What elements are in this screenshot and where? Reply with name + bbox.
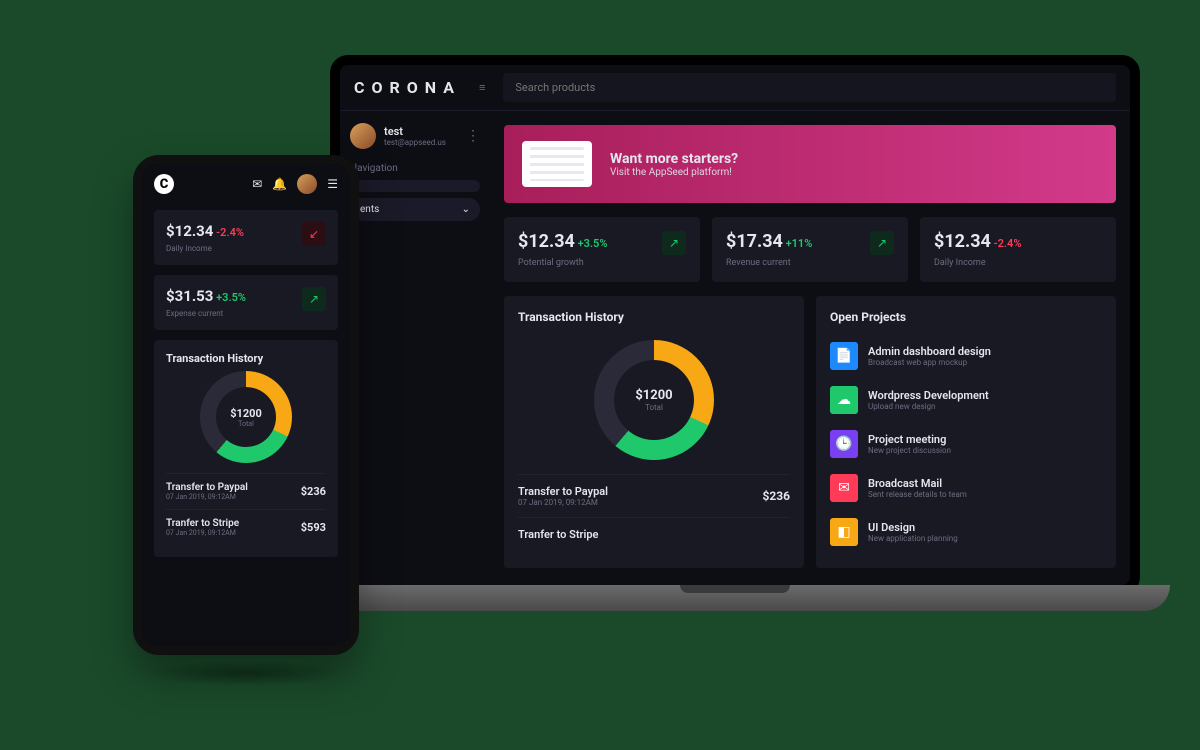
file-icon: 📄 [830, 342, 858, 370]
sidebar-item[interactable]: ents⌄ [350, 198, 480, 221]
mobile-logo[interactable]: C [154, 174, 174, 194]
user-menu-icon[interactable]: ⋮ [466, 128, 480, 144]
stat-card-income[interactable]: $12.34 -2.4% Daily Income [920, 217, 1116, 282]
mobile-topbar: C ✉ 🔔 ☰ [142, 164, 350, 204]
tx-amount: $593 [301, 521, 326, 534]
stat-label: Potential growth [518, 258, 607, 268]
stat-delta: -2.4% [994, 237, 1022, 250]
cloud-icon: ☁ [830, 386, 858, 414]
stat-delta: +3.5% [578, 237, 608, 250]
menu-toggle-icon[interactable]: ≡ [479, 81, 485, 94]
donut-value: $1200 [230, 407, 262, 420]
avatar [350, 123, 376, 149]
avatar[interactable] [297, 174, 317, 194]
stat-delta: -2.4% [216, 226, 244, 239]
user-name: test [384, 125, 446, 138]
project-item[interactable]: ✉Broadcast MailSent release details to t… [830, 466, 1102, 510]
nav-section-label: Navigation [350, 163, 480, 174]
tx-date: 07 Jan 2019, 09:12AM [166, 493, 248, 501]
stat-card-growth[interactable]: $12.34 +3.5% Potential growth ↗ [504, 217, 700, 282]
project-item[interactable]: 🕒Project meetingNew project discussion [830, 422, 1102, 466]
clock-icon: 🕒 [830, 430, 858, 458]
transaction-history-panel: Transaction History $1200 Total Transfer… [154, 340, 338, 557]
donut-label: Total [238, 420, 254, 428]
stat-row: $12.34 +3.5% Potential growth ↗ $17.34 +… [504, 217, 1116, 282]
bell-icon[interactable]: 🔔 [272, 177, 287, 191]
tx-amount: $236 [762, 489, 790, 503]
stat-amount: $17.34 [726, 231, 783, 252]
brand-logo[interactable]: CORONA [354, 78, 461, 97]
stat-amount: $31.53 [166, 287, 213, 305]
transaction-row[interactable]: Tranfer to Stripe [518, 517, 790, 551]
stat-amount: $12.34 [518, 231, 575, 252]
donut-chart: $1200 Total [200, 371, 292, 463]
user-email: test@appseed.us [384, 138, 446, 147]
stat-amount: $12.34 [166, 222, 213, 240]
stat-card-expense[interactable]: $31.53 +3.5% Expense current ↗ [154, 275, 338, 330]
arrow-down-icon: ↙ [302, 222, 326, 246]
arrow-up-icon: ↗ [870, 231, 894, 255]
stat-label: Daily Income [934, 258, 1021, 268]
donut-chart: $1200 Total [594, 340, 714, 460]
main-content: Want more starters? Visit the AppSeed pl… [490, 111, 1130, 585]
sidebar-item[interactable] [350, 180, 480, 192]
user-block[interactable]: test test@appseed.us ⋮ [350, 123, 480, 149]
tx-title: Tranfer to Stripe [166, 518, 239, 529]
donut-label: Total [645, 403, 663, 412]
search-input[interactable] [503, 73, 1116, 102]
arrow-up-icon: ↗ [302, 287, 326, 311]
topbar: CORONA ≡ [340, 65, 1130, 111]
panel-title: Transaction History [518, 310, 790, 324]
project-item[interactable]: ☁Wordpress DevelopmentUpload new design [830, 378, 1102, 422]
banner-illustration [522, 141, 592, 187]
tx-date: 07 Jan 2019, 09:12AM [166, 529, 239, 537]
stat-amount: $12.34 [934, 231, 991, 252]
project-list: 📄Admin dashboard designBroadcast web app… [830, 334, 1102, 554]
mail-icon[interactable]: ✉ [252, 177, 262, 191]
desktop-screen: CORONA ≡ test test@appseed.us ⋮ Navigati… [340, 65, 1130, 585]
arrow-up-icon: ↗ [662, 231, 686, 255]
transaction-row[interactable]: Transfer to Paypal 07 Jan 2019, 09:12AM … [518, 474, 790, 517]
stat-label: Revenue current [726, 258, 812, 268]
stat-delta: +11% [786, 237, 813, 250]
stat-card-revenue[interactable]: $17.34 +11% Revenue current ↗ [712, 217, 908, 282]
tx-amount: $236 [301, 485, 326, 498]
tx-date: 07 Jan 2019, 09:12AM [518, 498, 608, 507]
laptop-frame: CORONA ≡ test test@appseed.us ⋮ Navigati… [330, 55, 1140, 595]
sidebar: test test@appseed.us ⋮ Navigation ents⌄ [340, 111, 490, 585]
menu-icon[interactable]: ☰ [327, 177, 338, 191]
tx-title: Transfer to Paypal [518, 485, 608, 498]
tx-title: Transfer to Paypal [166, 482, 248, 493]
project-item[interactable]: 📄Admin dashboard designBroadcast web app… [830, 334, 1102, 378]
chevron-down-icon: ⌄ [462, 204, 470, 215]
open-projects-panel: Open Projects 📄Admin dashboard designBro… [816, 296, 1116, 568]
stat-card-income[interactable]: $12.34 -2.4% Daily Income ↙ [154, 210, 338, 265]
layout-icon: ◧ [830, 518, 858, 546]
phone-frame: C ✉ 🔔 ☰ $12.34 -2.4% Daily Income ↙ $31.… [133, 155, 359, 655]
donut-value: $1200 [635, 388, 672, 403]
banner-title: Want more starters? [610, 151, 738, 167]
panel-title: Open Projects [830, 310, 1102, 324]
project-item[interactable]: ◧UI DesignNew application planning [830, 510, 1102, 554]
transaction-row[interactable]: Tranfer to Stripe 07 Jan 2019, 09:12AM $… [166, 509, 326, 545]
panel-title: Transaction History [166, 352, 326, 365]
promo-banner[interactable]: Want more starters? Visit the AppSeed pl… [504, 125, 1116, 203]
laptop-lip [680, 585, 790, 593]
banner-subtitle: Visit the AppSeed platform! [610, 167, 738, 178]
transaction-history-panel: Transaction History $1200 Total [504, 296, 804, 568]
tx-title: Tranfer to Stripe [518, 528, 598, 541]
stat-delta: +3.5% [216, 291, 246, 304]
transaction-row[interactable]: Transfer to Paypal 07 Jan 2019, 09:12AM … [166, 473, 326, 509]
stat-label: Expense current [166, 309, 246, 318]
mobile-screen: C ✉ 🔔 ☰ $12.34 -2.4% Daily Income ↙ $31.… [142, 164, 350, 646]
mail-icon: ✉ [830, 474, 858, 502]
phone-shadow [145, 660, 347, 686]
stat-label: Daily Income [166, 244, 244, 253]
